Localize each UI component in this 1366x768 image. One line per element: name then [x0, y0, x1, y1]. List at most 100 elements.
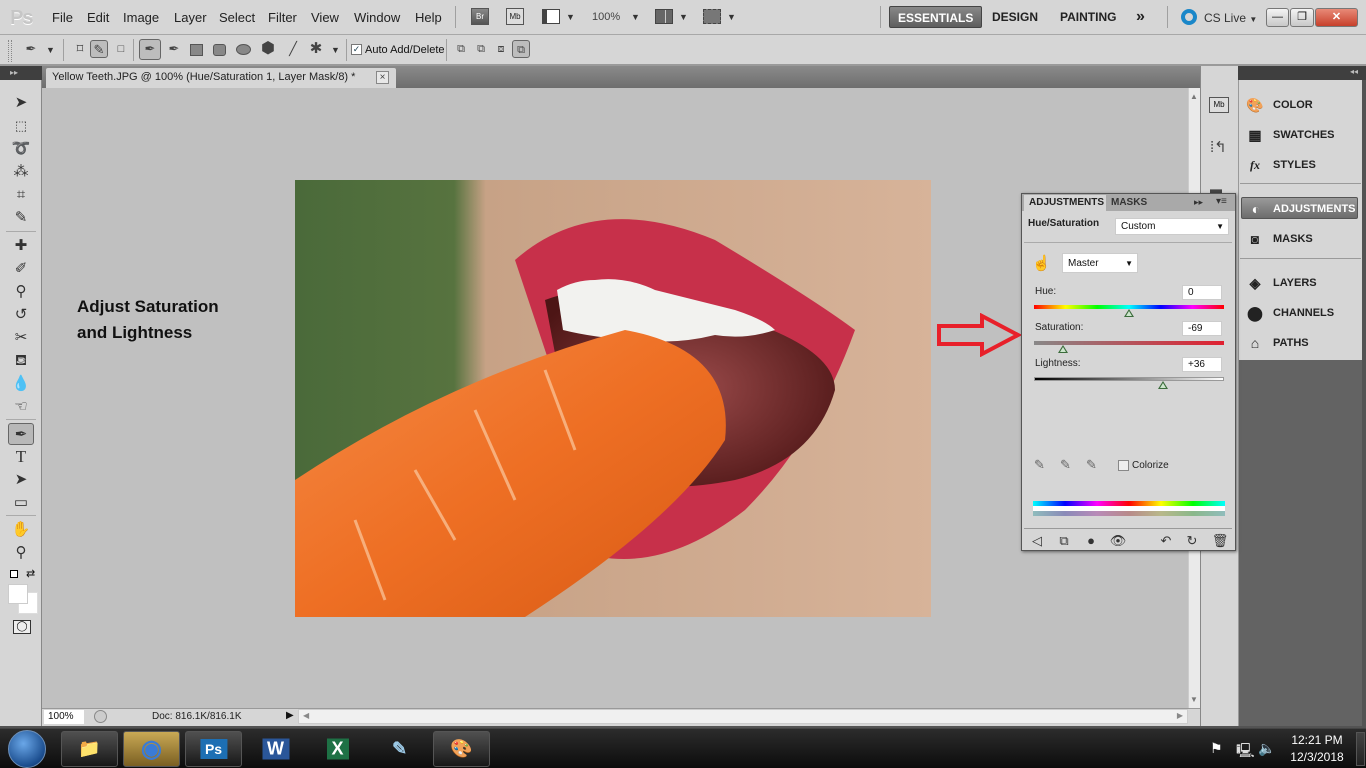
- swap-colors-icon[interactable]: ⇄: [26, 567, 35, 580]
- horizontal-scrollbar[interactable]: ◀ ▶: [298, 709, 1188, 724]
- network-icon[interactable]: 🖳: [1236, 740, 1255, 764]
- move-tool[interactable]: ➤: [8, 92, 34, 114]
- more-workspaces-button[interactable]: »: [1128, 6, 1153, 28]
- menu-window[interactable]: Window: [354, 10, 400, 25]
- panel-layers[interactable]: ◈ LAYERS: [1244, 272, 1317, 294]
- screen-mode-icon[interactable]: [703, 9, 721, 24]
- document-image[interactable]: [295, 180, 931, 617]
- foreground-color-swatch[interactable]: [8, 584, 28, 604]
- healing-brush-tool[interactable]: ✚: [8, 235, 34, 257]
- panel-masks[interactable]: ◙ MASKS: [1244, 228, 1313, 250]
- saturation-input[interactable]: -69: [1182, 321, 1222, 336]
- collapse-icon[interactable]: ◂◂: [1350, 67, 1358, 76]
- panel-swatches[interactable]: ▦ SWATCHES: [1244, 124, 1334, 146]
- menu-layer[interactable]: Layer: [174, 10, 207, 25]
- eraser-tool[interactable]: ✂: [8, 327, 34, 349]
- tab-adjustments[interactable]: ADJUSTMENTS: [1024, 195, 1106, 211]
- clone-stamp-tool[interactable]: ⚲: [8, 281, 34, 303]
- panel-channels[interactable]: ⬤ CHANNELS: [1244, 302, 1334, 324]
- lasso-tool[interactable]: ➰: [8, 138, 34, 160]
- dodge-tool[interactable]: ☜: [8, 396, 34, 418]
- quick-mask-icon[interactable]: ◯: [13, 620, 31, 634]
- freeform-pen-icon[interactable]: ✒: [165, 40, 183, 58]
- lightness-input[interactable]: +36: [1182, 357, 1222, 372]
- eyedropper-icon[interactable]: ✎: [1034, 457, 1045, 473]
- taskbar-notepad[interactable]: ✎: [371, 731, 428, 767]
- scroll-down-icon[interactable]: ▼: [1190, 695, 1198, 704]
- pen-tool-preset-icon[interactable]: ✒: [22, 40, 40, 58]
- arrange-documents-icon[interactable]: [655, 9, 673, 24]
- options-bar-grip[interactable]: [8, 40, 12, 62]
- hue-input[interactable]: 0: [1182, 285, 1222, 300]
- custom-shape-icon[interactable]: ✱: [307, 40, 325, 58]
- status-info-icon[interactable]: [94, 710, 107, 723]
- exclude-path-icon[interactable]: ⧉: [512, 40, 530, 58]
- combine-path-icon[interactable]: ⧉: [452, 40, 470, 58]
- previous-state-icon[interactable]: ↶: [1157, 533, 1175, 549]
- menu-help[interactable]: Help: [415, 10, 442, 25]
- mini-bridge-button[interactable]: Mb: [506, 8, 524, 25]
- tools-panel-collapse[interactable]: ▸▸: [0, 66, 42, 80]
- workspace-design[interactable]: DESIGN: [984, 6, 1046, 28]
- hand-tool[interactable]: ✋: [8, 519, 34, 541]
- auto-add-delete-checkbox[interactable]: ✓: [351, 44, 362, 55]
- taskbar-word[interactable]: W: [247, 731, 304, 767]
- ellipse-tool-icon[interactable]: [236, 44, 251, 55]
- action-center-flag-icon[interactable]: ⚑: [1210, 740, 1223, 757]
- expanded-view-icon[interactable]: ⧉: [1055, 533, 1073, 549]
- polygon-tool-icon[interactable]: ⬢: [259, 40, 277, 58]
- chevron-down-icon[interactable]: ▼: [679, 12, 688, 22]
- colorize-checkbox[interactable]: [1118, 460, 1129, 471]
- lightness-slider-track[interactable]: [1034, 377, 1224, 381]
- taskbar-chrome[interactable]: ◉: [123, 731, 180, 767]
- eyedropper-add-icon[interactable]: ✎: [1060, 457, 1071, 473]
- history-panel-icon[interactable]: ⁞↰: [1210, 138, 1227, 156]
- chevron-down-icon[interactable]: ▼: [631, 12, 640, 22]
- quick-selection-tool[interactable]: ⁂: [8, 161, 34, 183]
- taskbar-excel[interactable]: X: [309, 731, 366, 767]
- path-selection-tool[interactable]: ➤: [8, 469, 34, 491]
- pen-tool[interactable]: ✒: [8, 423, 34, 445]
- scroll-up-icon[interactable]: ▲: [1190, 92, 1198, 101]
- menu-file[interactable]: File: [52, 10, 73, 25]
- back-arrow-icon[interactable]: ◁: [1028, 533, 1046, 549]
- panel-paths[interactable]: ⌂ PATHS: [1244, 332, 1309, 354]
- restore-button[interactable]: ❐: [1290, 8, 1314, 27]
- zoom-tool[interactable]: ⚲: [8, 542, 34, 564]
- eyedropper-subtract-icon[interactable]: ✎: [1086, 457, 1097, 473]
- brush-tool[interactable]: ✐: [8, 258, 34, 280]
- channel-select[interactable]: Master ▼: [1062, 253, 1138, 273]
- eyedropper-tool[interactable]: ✎: [8, 207, 34, 229]
- line-tool-icon[interactable]: ╱: [284, 40, 302, 58]
- volume-icon[interactable]: 🔈: [1258, 740, 1275, 757]
- visibility-eye-icon[interactable]: 👁: [1109, 533, 1127, 549]
- rectangle-tool-icon[interactable]: [190, 44, 203, 56]
- chevron-down-icon[interactable]: ▼: [727, 12, 736, 22]
- mini-bridge-panel-icon[interactable]: Mb: [1209, 97, 1229, 113]
- history-brush-tool[interactable]: ↺: [8, 304, 34, 326]
- view-extras-icon[interactable]: [542, 9, 560, 24]
- rounded-rectangle-icon[interactable]: [213, 44, 226, 56]
- paint-bucket-tool[interactable]: ⛾: [8, 350, 34, 372]
- paths-mode-icon[interactable]: ✎: [90, 40, 108, 58]
- menu-edit[interactable]: Edit: [87, 10, 109, 25]
- chevron-down-icon[interactable]: ▼: [566, 12, 575, 22]
- panel-adjustments[interactable]: ◐ ADJUSTMENTS: [1241, 197, 1358, 219]
- fill-pixels-icon[interactable]: □: [112, 40, 130, 58]
- targeted-adjustment-hand-icon[interactable]: ☝: [1032, 254, 1051, 272]
- lightness-slider-thumb[interactable]: [1158, 381, 1169, 389]
- clip-to-layer-icon[interactable]: ●: [1082, 533, 1100, 548]
- trash-icon[interactable]: 🗑: [1211, 533, 1229, 549]
- system-clock[interactable]: 12:21 PM 12/3/2018: [1280, 732, 1354, 766]
- status-menu-arrow-icon[interactable]: ▶: [286, 710, 294, 721]
- hue-slider-thumb[interactable]: [1124, 309, 1134, 317]
- workspace-essentials[interactable]: ESSENTIALS: [889, 6, 983, 28]
- saturation-slider-thumb[interactable]: [1058, 345, 1069, 353]
- subtract-path-icon[interactable]: ⧉: [472, 40, 490, 58]
- panel-menu-icon[interactable]: ▾≡: [1216, 196, 1227, 207]
- chevron-down-icon[interactable]: ▼: [46, 45, 55, 55]
- chevron-down-icon[interactable]: ▼: [331, 45, 340, 55]
- scroll-left-icon[interactable]: ◀: [303, 711, 309, 720]
- type-tool[interactable]: T: [8, 446, 34, 468]
- close-window-button[interactable]: ✕: [1315, 8, 1358, 27]
